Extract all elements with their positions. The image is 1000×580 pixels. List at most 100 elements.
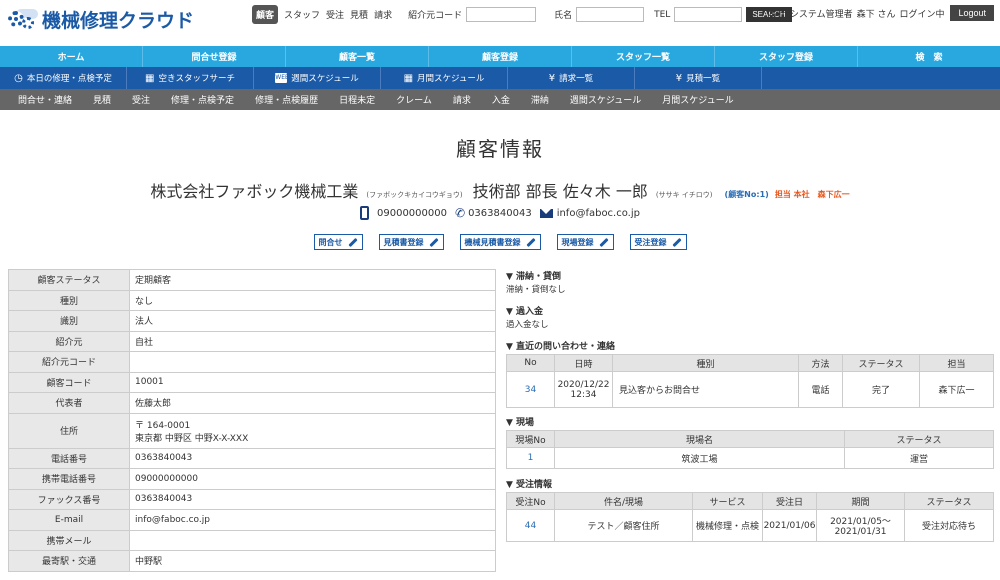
nav-repair-plan[interactable]: 修理・点検予定 — [171, 93, 234, 106]
user-name: 森下 さん — [856, 9, 896, 20]
contact-person: 技術部 部長 佐々木 一郎 — [472, 182, 648, 201]
nav-inquiry-contact[interactable]: 問合せ・連絡 — [18, 93, 72, 106]
inquiry-button[interactable]: 問合せ — [313, 234, 363, 250]
email-address[interactable]: info@faboc.co.jp — [557, 208, 640, 219]
sites-table: 現場No 現場名 ステータス 1 筑波工場 運営 — [506, 430, 994, 469]
sites-title: ▼ 現場 — [506, 417, 535, 428]
table-row: 紹介元コード — [8, 351, 496, 373]
mail-icon — [539, 208, 553, 218]
site-no-link[interactable]: 1 — [506, 447, 555, 469]
login-status: ログイン中 — [899, 9, 945, 20]
table-row: 紹介元 自社 — [8, 330, 496, 352]
user-office: 本社 — [767, 9, 786, 20]
tel-number: 0363840043 — [468, 207, 532, 219]
inquiries-title: ▼ 直近の問い合わせ・連絡 — [506, 341, 616, 352]
clock-icon: ◷ — [14, 72, 23, 84]
calendar-icon: ▦ — [145, 72, 155, 84]
pencil-icon — [525, 237, 536, 247]
nav-estimate-list[interactable]: ¥ 見積一覧 — [635, 67, 762, 89]
order-register-button[interactable]: 受注登録 — [629, 234, 687, 250]
arrears-title: ▼ 滞納・貸倒 — [506, 271, 562, 282]
user-role: システム管理者 — [789, 9, 853, 20]
tab-estimate[interactable]: 見積 — [350, 8, 368, 21]
pencil-icon — [598, 237, 609, 247]
nav-undecided[interactable]: 日程未定 — [339, 93, 375, 106]
tab-staff[interactable]: スタッフ — [284, 8, 320, 21]
customer-detail-table: 顧客ステータス 定期顧客 種別 なし 識別 法人 紹介元 自社 紹介元コード 顧客コード… — [8, 269, 496, 572]
overpay-note: 過入金なし — [506, 320, 549, 330]
gears-cloud-icon — [6, 8, 40, 31]
nav-weekly-schedule[interactable]: WEEK 週間スケジュール — [254, 67, 381, 89]
app-logo[interactable]: 機械修理クラウド — [6, 6, 194, 33]
top-header: 機械修理クラウド 顧客 スタッフ 受注 見積 請求 紹介元コード 氏名 TEL … — [0, 0, 1000, 36]
tab-invoice[interactable]: 請求 — [374, 8, 392, 21]
right-panel: ▼ 滞納・貸倒 滞納・貸倒なし ▼ 過入金 過入金なし ▼ 直近の問い合わせ・連… — [506, 269, 996, 542]
nav-today-schedule[interactable]: ◷ 本日の修理・点検予定 — [0, 67, 127, 89]
tab-customer[interactable]: 顧客 — [252, 5, 279, 24]
main-nav: ホーム 問合せ登録 顧客一覧 顧客登録 スタッフ一覧 スタッフ登録 検 索 — [0, 46, 1000, 67]
action-buttons: 問合せ 見積書登録 機械見積書登録 現場登録 受注登録 — [0, 234, 1000, 250]
orders-title: ▼ 受注情報 — [506, 479, 553, 490]
order-no-link[interactable]: 44 — [506, 509, 555, 542]
table-row: 顧客ステータス 定期顧客 — [8, 269, 496, 291]
name-label: 氏名 — [554, 11, 573, 21]
yen-icon: ¥ — [548, 72, 556, 84]
nav-home[interactable]: ホーム — [0, 46, 143, 67]
pencil-icon — [428, 237, 439, 247]
nav-staff-register[interactable]: スタッフ登録 — [715, 46, 858, 67]
table-row: 最寄駅・交通 中野駅 — [8, 550, 496, 572]
inquiries-table: No 日時 種別 方法 ステータス 担当 34 2020/12/22 12:34 … — [506, 354, 994, 408]
mobile-phone-icon — [360, 206, 369, 220]
nav-invoice-list[interactable]: ¥ 請求一覧 — [508, 67, 635, 89]
site-register-button[interactable]: 現場登録 — [556, 234, 614, 250]
customer-heading: 株式会社ファボック機械工業 (ファボックキカイコウギョウ) 技術部 部長 佐々木… — [0, 178, 1000, 202]
inquiry-no-link[interactable]: 34 — [506, 371, 555, 408]
table-row: 34 2020/12/22 12:34 見込客からお問合せ 電話 完了 森下広一 — [506, 371, 994, 408]
nav-inquiry-register[interactable]: 問合せ登録 — [143, 46, 286, 67]
orders-table: 受注No 件名/現場 サービス 受注日 期間 ステータス 44 テスト／顧客住所… — [506, 492, 994, 542]
nav-arrears[interactable]: 滞納 — [531, 93, 549, 106]
nav-claim[interactable]: クレーム — [396, 93, 432, 106]
table-row: E-mail info@faboc.co.jp — [8, 509, 496, 531]
introducer-code-label: 紹介元コード — [408, 11, 463, 21]
nav-payment[interactable]: 入金 — [492, 93, 510, 106]
tel-input[interactable] — [674, 7, 743, 22]
user-info: 本社 システム管理者 森下 さん ログイン中 Logout — [768, 5, 994, 21]
name-input[interactable] — [576, 7, 645, 22]
header-search: 顧客 スタッフ 受注 見積 請求 紹介元コード 氏名 TEL SEARCH — [252, 5, 792, 24]
yen-icon: ¥ — [675, 72, 683, 84]
logout-button[interactable]: Logout — [950, 5, 994, 21]
nav-customer-register[interactable]: 顧客登録 — [429, 46, 572, 67]
assigned-staff: 担当 本社 森下広一 — [774, 190, 850, 199]
table-row: 44 テスト／顧客住所 機械修理・点検 2021/01/06 2021/01/0… — [506, 509, 994, 542]
nav-invoice[interactable]: 請求 — [453, 93, 471, 106]
app-logo-text: 機械修理クラウド — [42, 10, 195, 32]
nav-order[interactable]: 受注 — [132, 93, 150, 106]
nav-monthly[interactable]: 月間スケジュール — [662, 93, 733, 106]
table-row: 種別 なし — [8, 289, 496, 311]
nav-repair-history[interactable]: 修理・点検履歴 — [255, 93, 318, 106]
contact-info: 09000000000 ✆ 0363840043 info@faboc.co.j… — [0, 205, 1000, 221]
nav-free-staff-search[interactable]: ▦ 空きスタッフサーチ — [127, 67, 254, 89]
company-name: 株式会社ファボック機械工業 — [150, 182, 359, 201]
nav-staff-list[interactable]: スタッフ一覧 — [572, 46, 715, 67]
arrears-note: 滞納・貸倒なし — [506, 285, 566, 295]
table-row: ファックス番号 0363840043 — [8, 488, 496, 510]
nav-weekly[interactable]: 週間スケジュール — [570, 93, 641, 106]
estimate-register-button[interactable]: 見積書登録 — [378, 234, 444, 250]
overpay-title: ▼ 過入金 — [506, 306, 544, 317]
table-row: 住所〒 164-0001 東京都 中野区 中野X-X-XXX — [8, 412, 496, 449]
telephone-icon: ✆ — [453, 205, 467, 221]
introducer-code-input[interactable] — [466, 7, 537, 22]
pencil-icon — [347, 237, 358, 247]
nav-monthly-schedule[interactable]: ▦ 月間スケジュール — [381, 67, 508, 89]
nav-customer-list[interactable]: 顧客一覧 — [286, 46, 429, 67]
tel-label: TEL — [654, 9, 671, 20]
table-row: 識別 法人 — [8, 310, 496, 332]
nav-search[interactable]: 検 索 — [858, 46, 1000, 67]
tab-order[interactable]: 受注 — [326, 8, 344, 21]
nav-estimate[interactable]: 見積 — [93, 93, 111, 106]
pencil-icon — [671, 237, 682, 247]
grid-calendar-icon: ▦ — [403, 72, 414, 84]
machine-estimate-register-button[interactable]: 機械見積書登録 — [459, 234, 541, 250]
